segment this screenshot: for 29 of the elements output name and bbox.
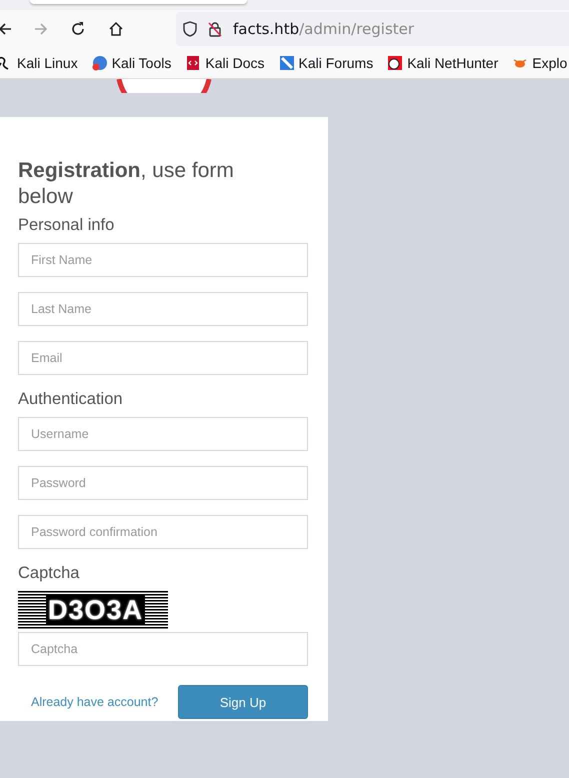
bookmark-item[interactable]: Kali Forums	[278, 54, 374, 70]
input-field[interactable]: First Name	[18, 243, 308, 277]
back-icon[interactable]	[0, 22, 12, 36]
login-link[interactable]: Already have account?	[31, 695, 158, 709]
url-text: facts.htb/admin/register	[233, 20, 414, 38]
bookmark-item[interactable]: Explo	[512, 54, 568, 70]
home-icon[interactable]	[108, 20, 124, 36]
address-bar[interactable]: facts.htb/admin/register	[176, 12, 569, 46]
form-title: Registration, use form below	[18, 158, 235, 210]
book-icon	[185, 54, 202, 70]
reload-icon[interactable]	[70, 20, 86, 36]
input-field[interactable]: Password	[18, 466, 308, 500]
section-heading: Authentication	[18, 390, 124, 409]
input-field[interactable]: Last Name	[18, 292, 308, 326]
sign-up-button[interactable]: Sign Up	[178, 685, 308, 719]
globe-icon	[92, 54, 108, 70]
section-heading: Personal info	[18, 216, 116, 235]
bookmark-item[interactable]: Kali NetHunter	[387, 54, 498, 70]
insecure-lock-icon[interactable]	[207, 20, 223, 36]
section-heading: Captcha	[18, 564, 80, 583]
bookmark-item[interactable]: Kali Tools	[92, 54, 172, 70]
shield-icon[interactable]	[183, 20, 197, 36]
input-field[interactable]: Password confirmation	[18, 515, 308, 549]
bookmark-item[interactable]: Kali Docs	[185, 54, 265, 70]
input-field[interactable]: Email	[18, 341, 308, 375]
captcha-text: D3O3A	[46, 595, 146, 625]
bookmark-item[interactable]: Kali Linux	[0, 54, 78, 70]
input-field[interactable]: Username	[18, 417, 308, 451]
input-field[interactable]: Captcha	[18, 632, 308, 666]
